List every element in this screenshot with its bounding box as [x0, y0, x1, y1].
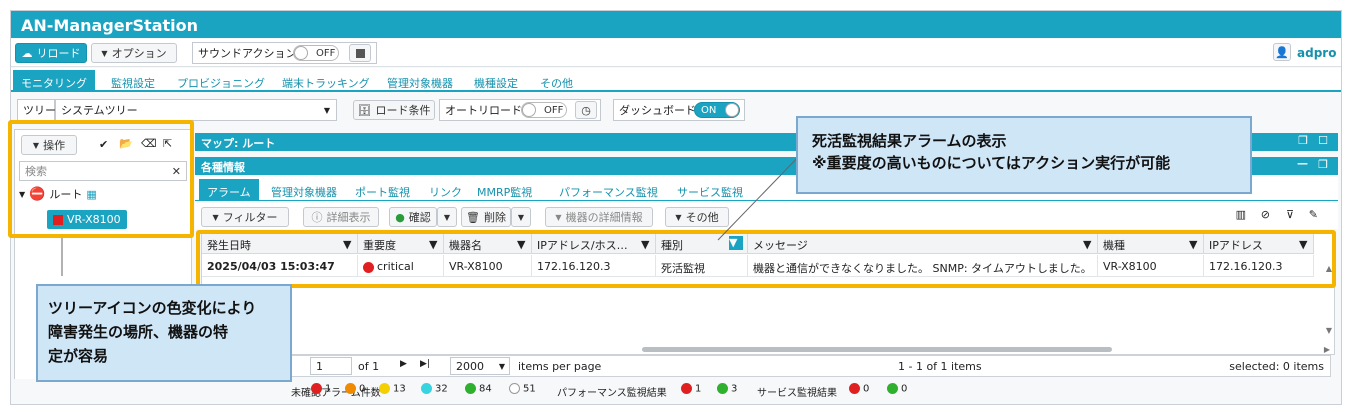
tree-callout: ツリーアイコンの色変化により 障害発生の場所、機器の特 定が容易 — [36, 284, 292, 382]
alarm-callout-line2: ※重要度の高いものについてはアクション実行が可能 — [812, 154, 1171, 172]
tree-callout-line3: 定が容易 — [48, 347, 109, 365]
tree-callout-line1: ツリーアイコンの色変化により — [48, 299, 257, 317]
tree-callout-line2: 障害発生の場所、機器の特 — [48, 323, 229, 341]
alarm-callout-line — [717, 149, 806, 241]
alarm-callout-line1: 死活監視結果アラームの表示 — [812, 132, 1007, 150]
alarm-callout: 死活監視結果アラームの表示 ※重要度の高いものについてはアクション実行が可能 — [796, 116, 1252, 194]
